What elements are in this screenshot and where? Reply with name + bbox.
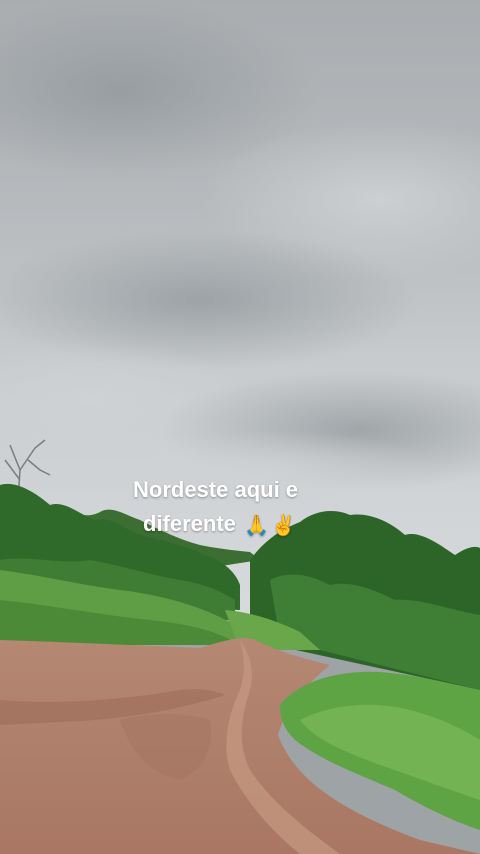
landscape-photo <box>0 0 480 854</box>
photo-scene: Nordeste aqui e diferente 🙏 ✌️ <box>0 0 480 854</box>
caption-line-2: diferente 🙏 ✌️ <box>90 507 390 543</box>
caption-line-1: Nordeste aqui e <box>133 477 299 502</box>
caption-line-2-text: diferente <box>143 511 236 536</box>
praying-hands-emoji-icon: 🙏 <box>244 515 269 537</box>
photo-caption: Nordeste aqui e diferente 🙏 ✌️ <box>90 473 390 543</box>
peace-sign-emoji-icon: ✌️ <box>270 515 296 537</box>
